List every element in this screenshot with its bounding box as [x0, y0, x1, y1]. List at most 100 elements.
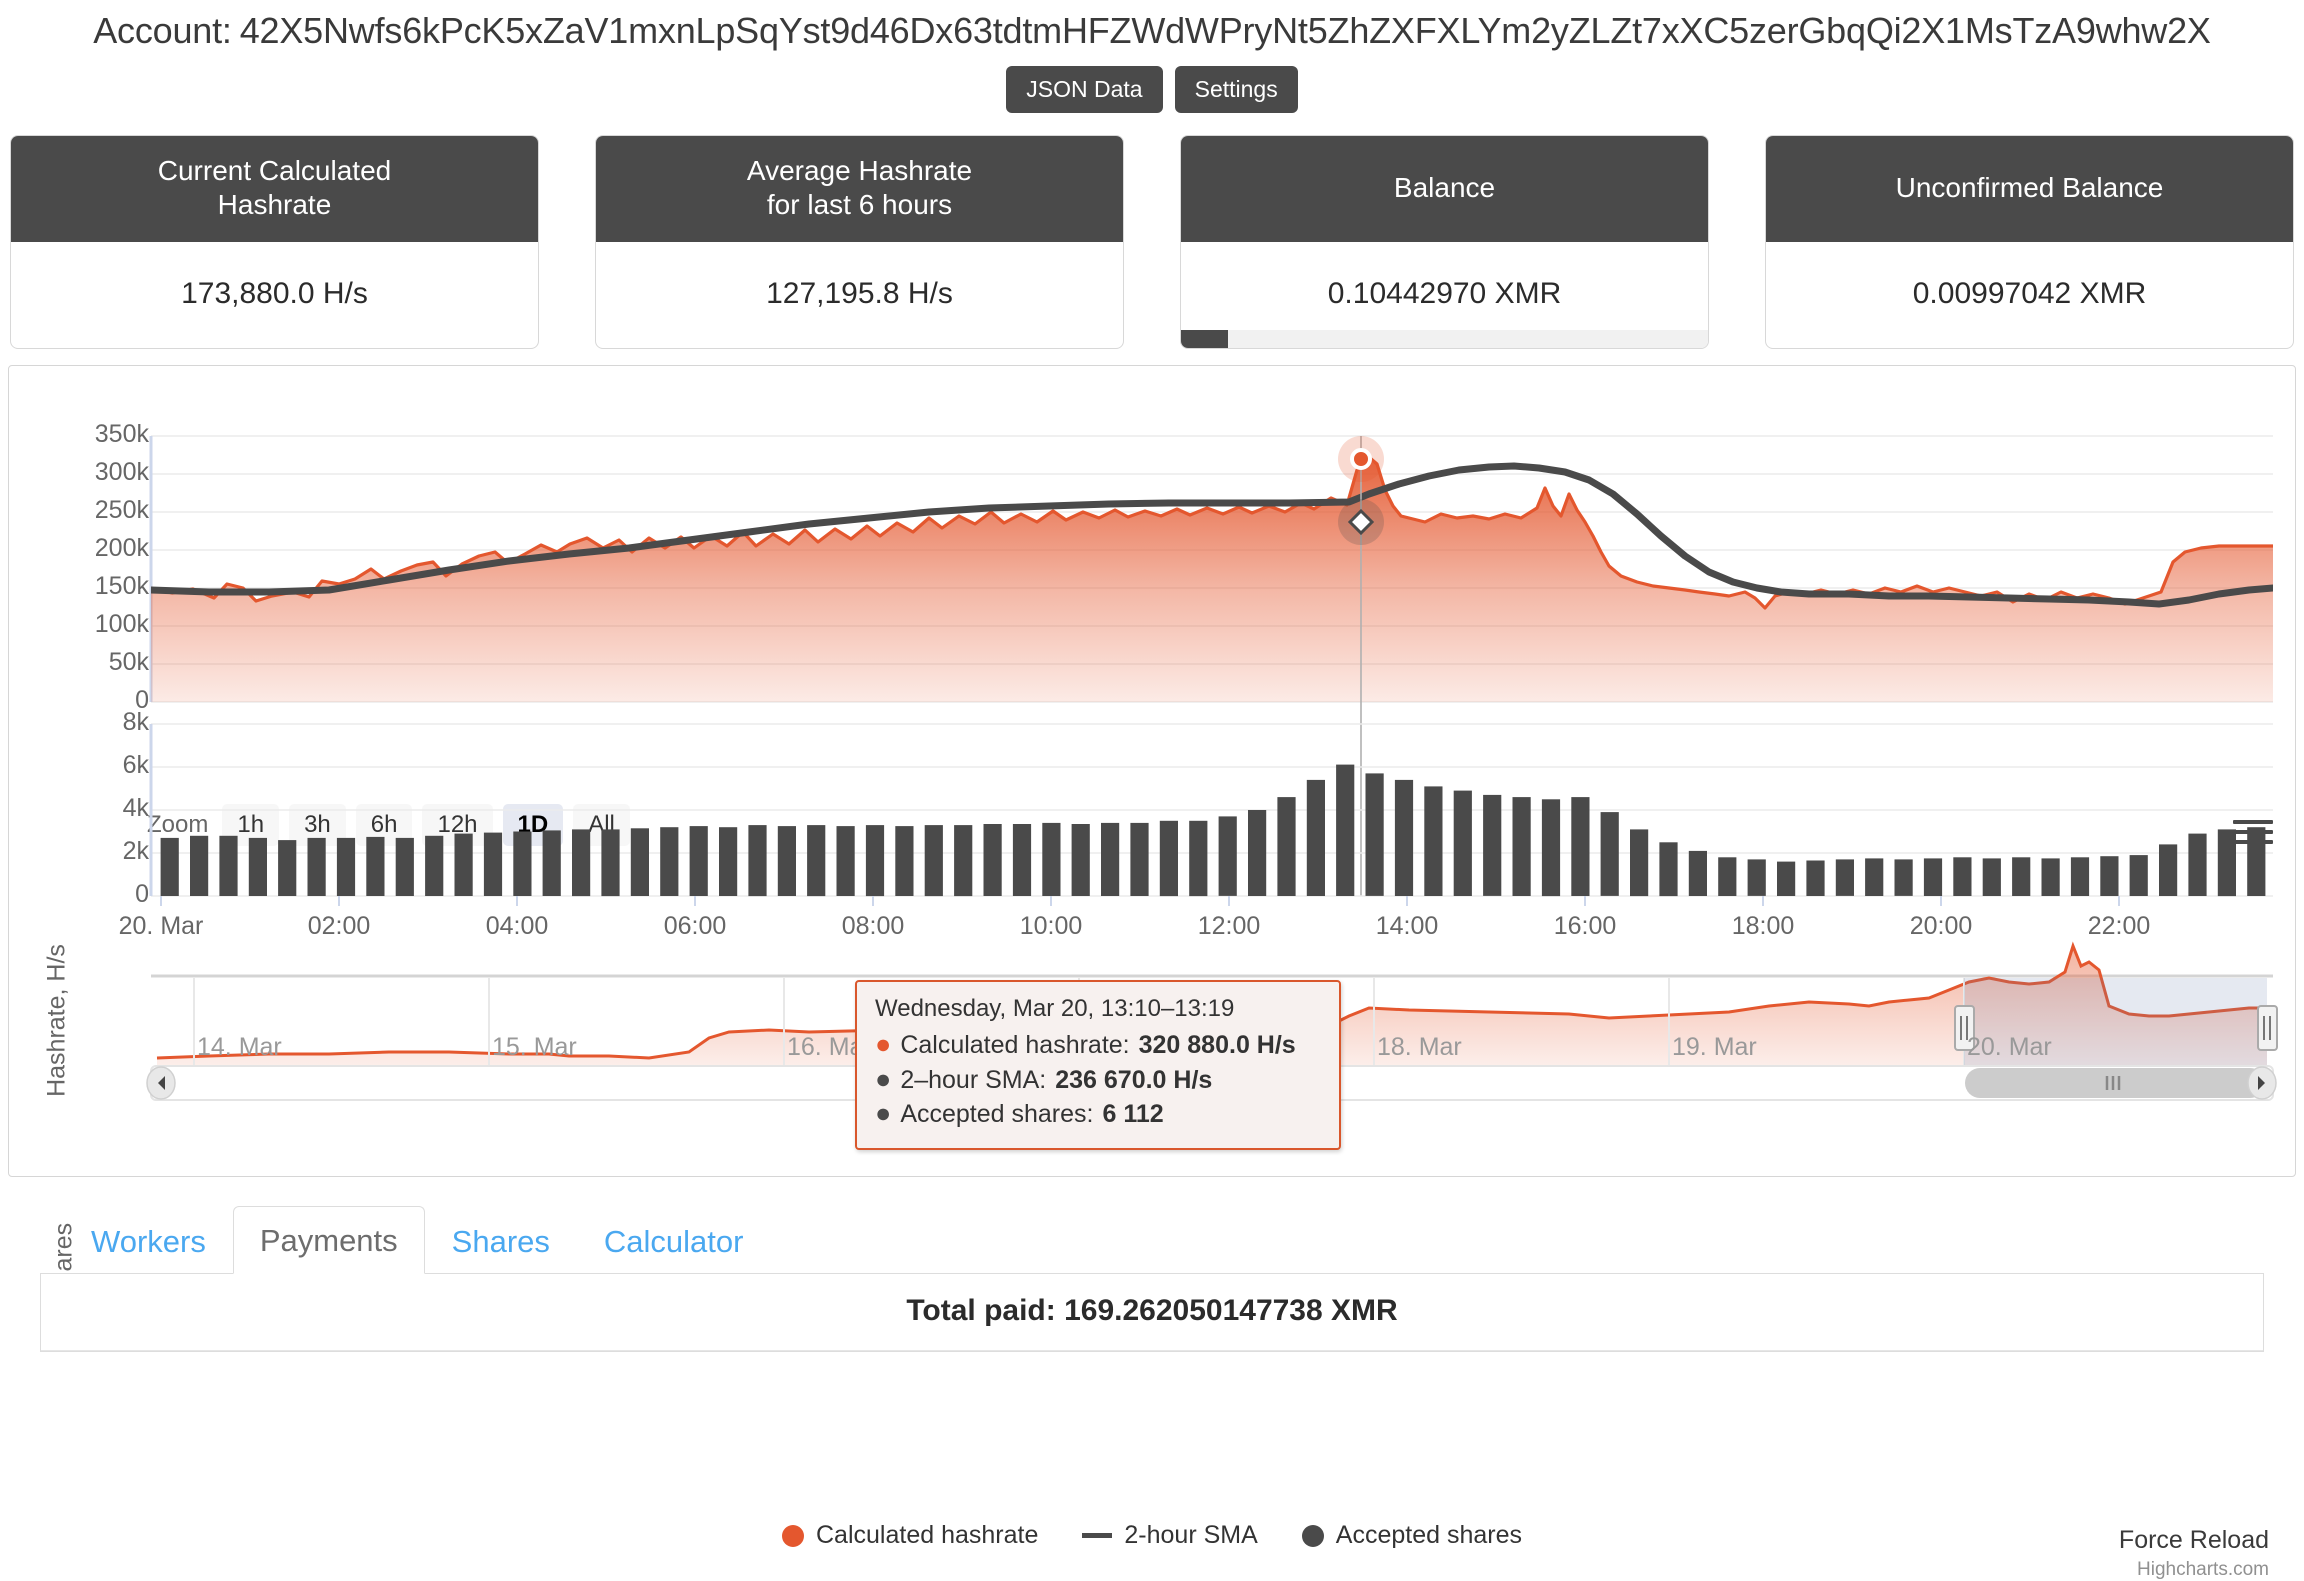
series-calculated-hashrate: [151, 458, 2273, 702]
share-bar: [1454, 791, 1472, 896]
x-tick-label: 22:00: [2088, 912, 2151, 941]
stat-card-title: Balance: [1181, 136, 1708, 242]
share-bar: [1219, 817, 1237, 897]
share-bar: [1248, 810, 1266, 896]
share-bar: [1689, 851, 1707, 896]
share-bar: [1366, 774, 1384, 897]
navigator-scroll-left-button[interactable]: [147, 1067, 175, 1099]
stat-card-value-wrap: 173,880.0 H/s: [11, 242, 538, 348]
x-tick-label: 20. Mar: [119, 912, 204, 941]
navigator-handle-right[interactable]: [2258, 1006, 2277, 1050]
tooltip-label: 2–hour SMA:: [900, 1063, 1046, 1098]
share-bar: [984, 824, 1002, 896]
legend-dot-icon: [782, 1525, 804, 1547]
x-tick-label: 04:00: [486, 912, 549, 941]
share-bar: [1895, 860, 1913, 897]
stat-card-value: 0.10442970 XMR: [1328, 277, 1562, 311]
y-tick-labels-shares: 8k 6k 4k 2k 0: [39, 366, 149, 1176]
stat-card-row: Current Calculated Hashrate 173,880.0 H/…: [0, 113, 2304, 349]
share-bar: [631, 829, 649, 897]
tab-calculator[interactable]: Calculator: [577, 1207, 771, 1274]
stat-card-title-line1: Unconfirmed Balance: [1896, 171, 2164, 205]
hover-point-hashrate: [1352, 450, 1370, 468]
share-bar: [1777, 862, 1795, 896]
json-data-button[interactable]: JSON Data: [1006, 66, 1162, 113]
share-bar: [925, 825, 943, 896]
chart-legend: Calculated hashrate 2-hour SMA Accepted …: [9, 1521, 2295, 1550]
share-bar: [2100, 856, 2118, 896]
chart-tooltip: Wednesday, Mar 20, 13:10–13:19 ● Calcula…: [855, 980, 1341, 1150]
share-bar: [2247, 827, 2265, 896]
share-bar: [455, 834, 473, 896]
tab-shares[interactable]: Shares: [425, 1207, 577, 1274]
legend-item-2hour-sma[interactable]: 2-hour SMA: [1082, 1521, 1257, 1550]
stat-card-title: Current Calculated Hashrate: [11, 136, 538, 242]
share-bar: [396, 838, 414, 896]
share-bar: [1395, 780, 1413, 896]
share-bar: [249, 838, 267, 896]
legend-item-calculated-hashrate[interactable]: Calculated hashrate: [782, 1521, 1038, 1550]
tab-workers[interactable]: Workers: [64, 1207, 233, 1274]
share-bar: [837, 826, 855, 896]
x-tick-label: 10:00: [1020, 912, 1083, 941]
x-tick-label: 14:00: [1376, 912, 1439, 941]
stat-card-title-line2: for last 6 hours: [747, 188, 972, 222]
settings-button[interactable]: Settings: [1175, 66, 1298, 113]
bottom-tab-section: Workers Payments Shares Calculator Total…: [40, 1205, 2264, 1352]
share-bar: [484, 833, 502, 896]
tooltip-row-hashrate: ● Calculated hashrate: 320 880.0 H/s: [875, 1028, 1319, 1063]
stat-card-value-wrap: 0.00997042 XMR: [1766, 242, 2293, 348]
x-tick-label: 18:00: [1732, 912, 1795, 941]
share-bar: [748, 825, 766, 896]
share-bar: [1542, 800, 1560, 897]
share-bar: [2130, 855, 2148, 896]
navigator-scroll-right-button[interactable]: [2248, 1067, 2276, 1099]
share-bar: [807, 825, 825, 896]
tooltip-value: 6 112: [1102, 1097, 1163, 1132]
share-bar: [1571, 797, 1589, 896]
force-reload-area: Force Reload Highcharts.com: [2119, 1526, 2269, 1581]
tooltip-value: 236 670.0 H/s: [1055, 1063, 1212, 1098]
x-tick-label: 20:00: [1910, 912, 1973, 941]
hashrate-chart-panel[interactable]: Zoom 1h 3h 6h 12h 1D All: [8, 365, 2296, 1177]
share-bar: [1983, 859, 2001, 897]
share-bar: [895, 826, 913, 896]
navigator-scrollbar-thumb[interactable]: [1965, 1068, 2265, 1098]
y-tick-label: 4k: [39, 794, 149, 823]
share-bar: [1865, 859, 1883, 897]
share-bar: [190, 836, 208, 896]
stat-card-title-line1: Current Calculated: [158, 154, 391, 188]
account-address: 42X5Nwfs6kPcK5xZaV1mxnLpSqYst9d46Dx63tdt…: [240, 10, 2211, 51]
highcharts-credit[interactable]: Highcharts.com: [2119, 1559, 2269, 1581]
share-bar: [1836, 860, 1854, 897]
stat-card-title: Unconfirmed Balance: [1766, 136, 2293, 242]
share-bar: [1336, 765, 1354, 896]
tooltip-bullet-hashrate: ●: [875, 1031, 891, 1058]
share-bar: [1130, 823, 1148, 896]
tooltip-row-sma: ● 2–hour SMA: 236 670.0 H/s: [875, 1063, 1319, 1098]
stat-card-unconfirmed-balance: Unconfirmed Balance 0.00997042 XMR: [1765, 135, 2294, 349]
share-bar: [219, 836, 237, 896]
stat-card-value: 0.00997042 XMR: [1913, 277, 2147, 311]
share-bar: [2188, 834, 2206, 896]
share-bar: [1659, 843, 1677, 897]
share-bar: [572, 830, 590, 897]
legend-label: 2-hour SMA: [1124, 1521, 1257, 1550]
stat-card-current-hashrate: Current Calculated Hashrate 173,880.0 H/…: [10, 135, 539, 349]
stat-card-title-line1: Balance: [1394, 171, 1495, 205]
share-bar: [954, 825, 972, 896]
share-bar: [1718, 858, 1736, 897]
y-tick-label: 6k: [39, 751, 149, 780]
legend-item-accepted-shares[interactable]: Accepted shares: [1302, 1521, 1522, 1550]
tab-content-payments: Total paid: 169.262050147738 XMR: [40, 1274, 2264, 1352]
share-bar: [1806, 861, 1824, 897]
share-bar: [513, 832, 531, 897]
share-bar: [1748, 860, 1766, 897]
share-bar: [1953, 858, 1971, 897]
x-axis-ticks: [161, 896, 2119, 906]
stat-card-value: 173,880.0 H/s: [181, 277, 368, 311]
tab-payments[interactable]: Payments: [233, 1206, 425, 1274]
share-bar: [278, 840, 296, 896]
force-reload-link[interactable]: Force Reload: [2119, 1526, 2269, 1555]
stat-card-balance: Balance 0.10442970 XMR: [1180, 135, 1709, 349]
